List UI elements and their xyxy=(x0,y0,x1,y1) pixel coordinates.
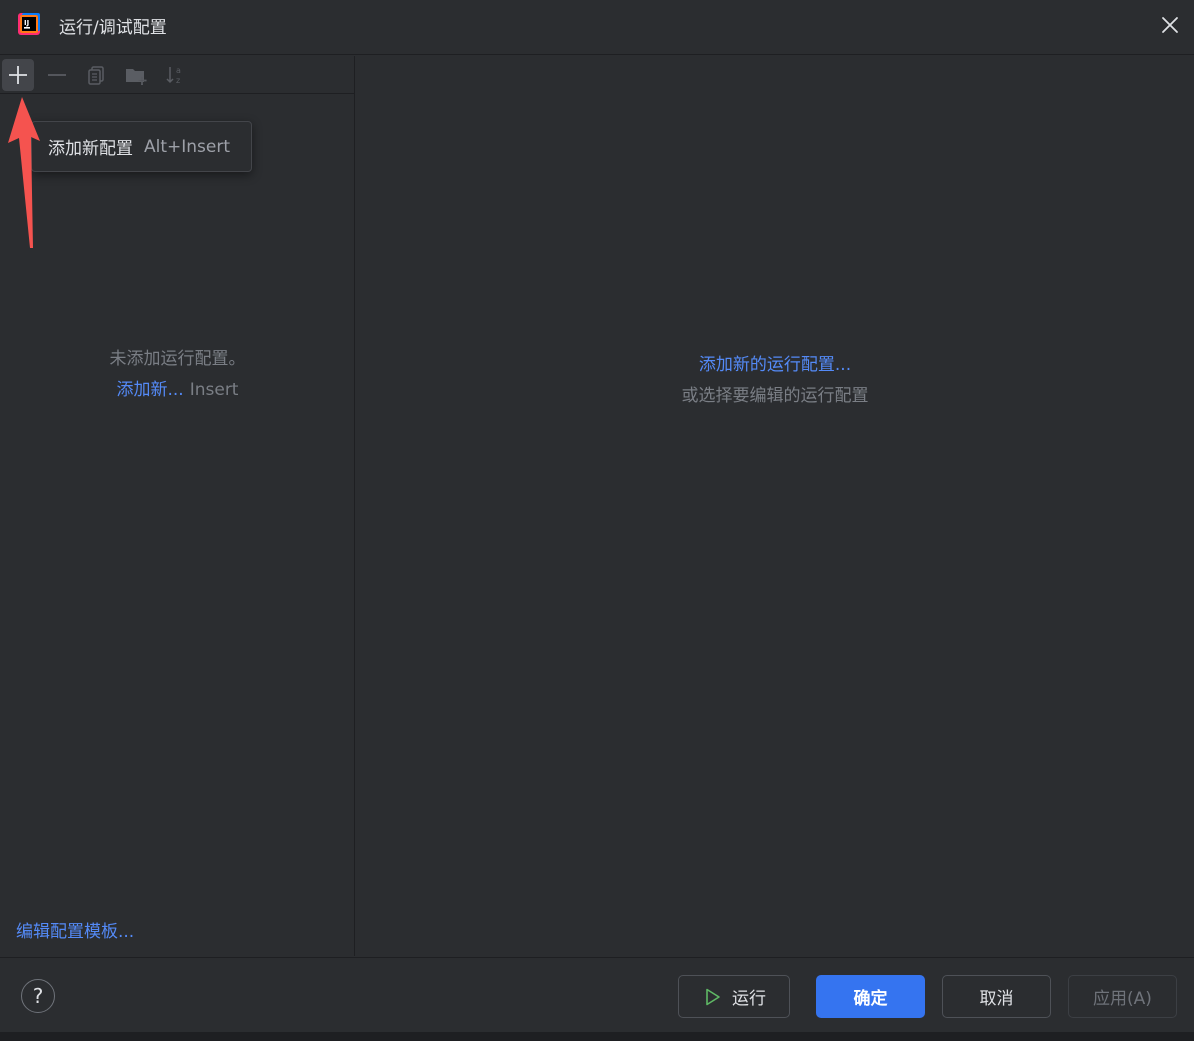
configurations-tree-pane: a z 未添加运行配置。 添加新... Insert 编辑配置模板... xyxy=(0,56,355,956)
plus-icon xyxy=(9,66,27,84)
run-button-label: 运行 xyxy=(732,989,766,1009)
svg-text:z: z xyxy=(176,76,180,85)
dialog-footer: ? 运行 确定 取消 应用(A) xyxy=(0,957,1194,1033)
add-new-run-config-link[interactable]: 添加新的运行配置... xyxy=(356,350,1194,381)
run-debug-config-dialog: IJ 运行/调试配置 a z 未添加运行配置。 添加新... Insert 编辑… xyxy=(0,0,1194,1033)
empty-details-message: 添加新的运行配置... 或选择要编辑的运行配置 xyxy=(356,350,1194,412)
empty-configurations-message: 未添加运行配置。 添加新... Insert xyxy=(0,344,355,406)
select-config-hint: 或选择要编辑的运行配置 xyxy=(681,386,869,406)
add-configuration-button[interactable] xyxy=(2,59,34,91)
tree-toolbar: a z xyxy=(0,56,355,94)
cancel-button[interactable]: 取消 xyxy=(942,975,1051,1018)
apply-button[interactable]: 应用(A) xyxy=(1068,975,1177,1018)
svg-text:IJ: IJ xyxy=(24,19,29,27)
help-button[interactable]: ? xyxy=(21,979,55,1013)
help-icon: ? xyxy=(32,984,44,1008)
intellij-app-icon: IJ xyxy=(18,13,40,35)
ok-button[interactable]: 确定 xyxy=(816,975,925,1018)
dialog-title: 运行/调试配置 xyxy=(59,18,167,38)
sort-configurations-button[interactable]: a z xyxy=(159,59,191,91)
remove-configuration-button[interactable] xyxy=(41,59,73,91)
close-icon xyxy=(1162,17,1178,33)
run-icon xyxy=(706,988,720,1005)
configuration-details-pane: 添加新的运行配置... 或选择要编辑的运行配置 xyxy=(356,56,1194,956)
tooltip-shortcut: Alt+Insert xyxy=(144,136,231,157)
run-button[interactable]: 运行 xyxy=(678,975,790,1018)
add-new-shortcut: Insert xyxy=(189,380,239,400)
svg-text:a: a xyxy=(176,66,181,75)
add-configuration-tooltip: 添加新配置 Alt+Insert xyxy=(31,121,252,172)
copy-icon xyxy=(88,66,104,85)
no-configurations-text: 未添加运行配置。 xyxy=(109,349,246,369)
new-folder-icon xyxy=(126,69,147,85)
copy-configuration-button[interactable] xyxy=(80,59,112,91)
edit-templates-link[interactable]: 编辑配置模板... xyxy=(16,917,134,942)
add-new-link[interactable]: 添加新... xyxy=(117,380,184,400)
close-button[interactable] xyxy=(1156,11,1184,39)
new-folder-button[interactable] xyxy=(120,59,152,91)
tooltip-label: 添加新配置 xyxy=(48,139,133,159)
sort-alpha-icon: a z xyxy=(166,66,181,85)
title-bar: IJ 运行/调试配置 xyxy=(0,0,1194,55)
minus-icon xyxy=(48,74,66,76)
